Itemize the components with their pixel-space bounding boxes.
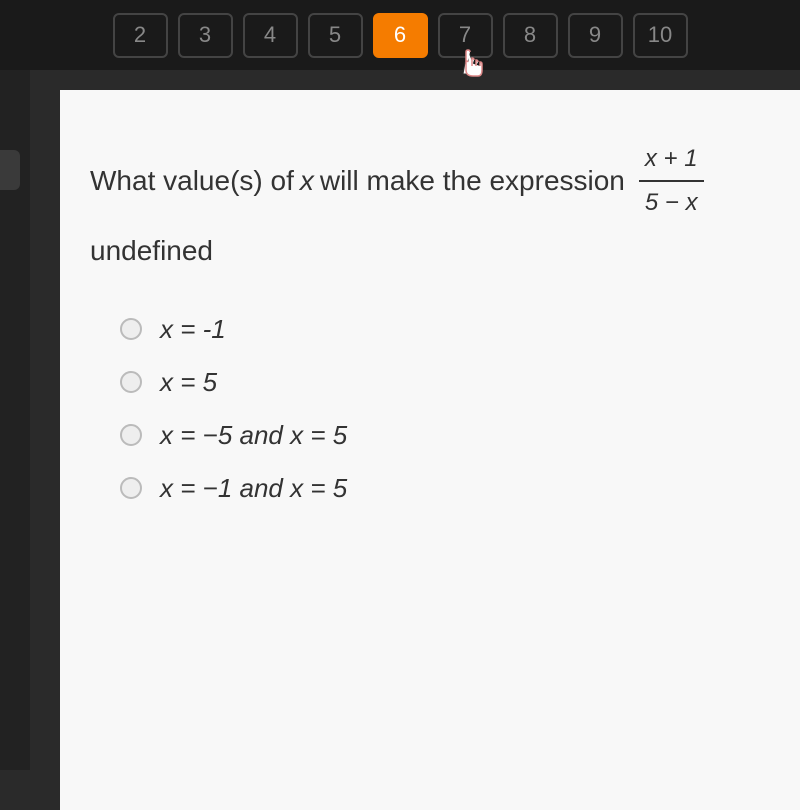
nav-item-8[interactable]: 8 [503,13,558,58]
question-variable: x [300,159,314,204]
expression-fraction: x + 1 5 − x [639,140,704,223]
fraction-numerator: x + 1 [639,140,704,182]
question-navigation: 2 3 4 5 6 7 8 9 10 [0,0,800,70]
answer-options: x = -1 x = 5 x = −5 and x = 5 x = −1 and… [120,314,760,504]
nav-item-7[interactable]: 7 [438,13,493,58]
radio-icon [120,318,142,340]
nav-item-6[interactable]: 6 [373,13,428,58]
radio-icon [120,477,142,499]
option-a-label: x = -1 [160,314,226,345]
question-prefix: What value(s) of [90,159,294,204]
left-accent [0,150,20,190]
radio-icon [120,371,142,393]
question-panel: What value(s) of x will make the express… [60,90,800,810]
nav-item-5[interactable]: 5 [308,13,363,58]
nav-item-3[interactable]: 3 [178,13,233,58]
option-d[interactable]: x = −1 and x = 5 [120,473,760,504]
fraction-denominator: 5 − x [639,182,704,222]
option-b[interactable]: x = 5 [120,367,760,398]
option-a[interactable]: x = -1 [120,314,760,345]
question-middle: will make the expression [320,159,625,204]
option-b-label: x = 5 [160,367,217,398]
question-text: What value(s) of x will make the express… [90,140,760,274]
option-c-label: x = −5 and x = 5 [160,420,347,451]
nav-item-4[interactable]: 4 [243,13,298,58]
question-suffix: undefined [90,229,213,274]
option-c[interactable]: x = −5 and x = 5 [120,420,760,451]
radio-icon [120,424,142,446]
nav-item-10[interactable]: 10 [633,13,688,58]
nav-item-2[interactable]: 2 [113,13,168,58]
nav-item-9[interactable]: 9 [568,13,623,58]
option-d-label: x = −1 and x = 5 [160,473,347,504]
